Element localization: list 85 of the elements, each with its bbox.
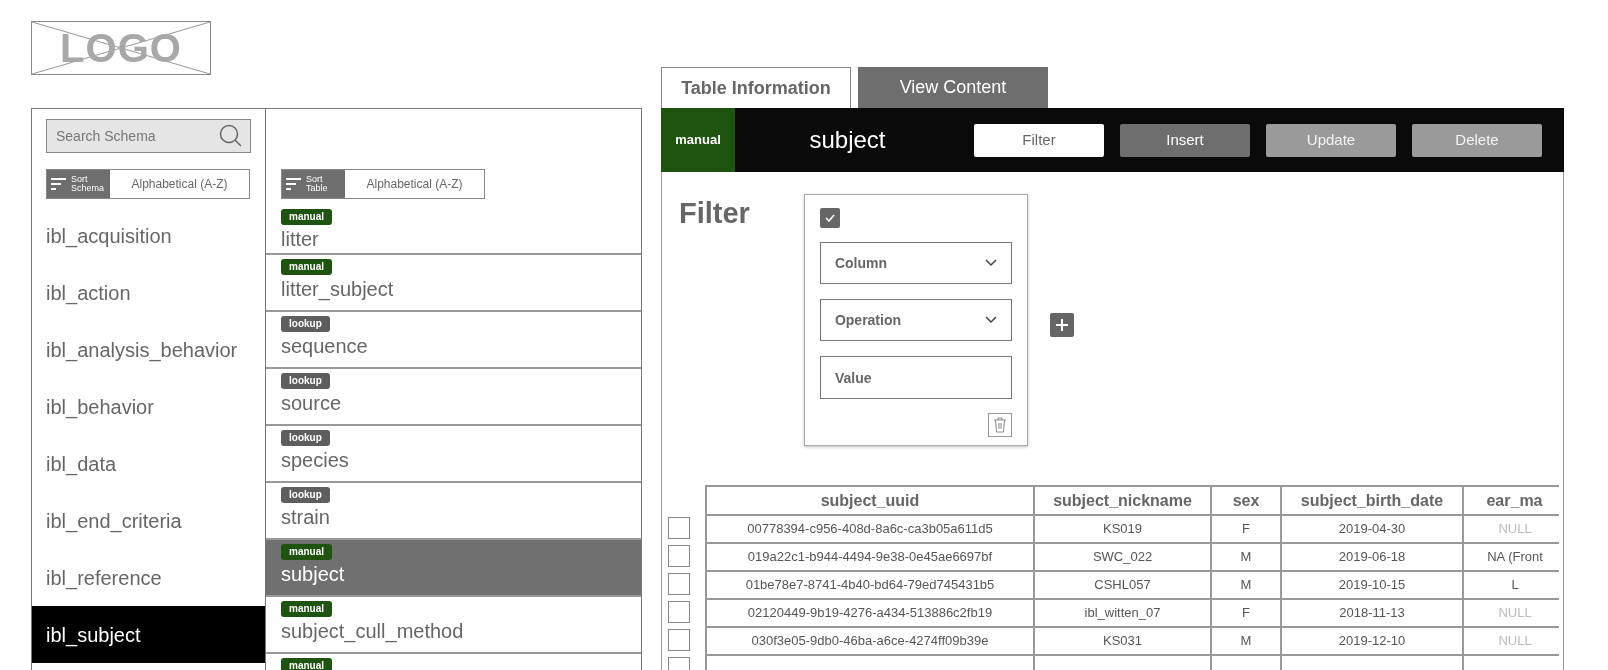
tier-badge: manual [281, 658, 332, 670]
table-name: species [281, 448, 350, 473]
tier-badge: manual [661, 108, 735, 172]
chevron-down-icon [984, 259, 997, 267]
row-checkbox[interactable] [668, 601, 690, 623]
table-cell: KS019 [1034, 515, 1211, 543]
table-cell: CSHL057 [1034, 571, 1211, 599]
table-cell: KS031 [1034, 627, 1211, 655]
trash-icon [992, 417, 1007, 433]
table-name: sequence [281, 334, 369, 359]
table-cell: 00778394-c956-408d-8a6c-ca3b05a611d5 [706, 515, 1034, 543]
column-header[interactable]: subject_birth_date [1281, 486, 1463, 515]
table-cell: F [1211, 515, 1281, 543]
table-name: source [281, 391, 343, 416]
table-name: subject [281, 562, 346, 587]
add-filter-button[interactable] [1049, 313, 1074, 337]
tier-badge: lookup [281, 487, 330, 503]
column-header[interactable]: subject_nickname [1034, 486, 1211, 515]
tab[interactable]: View Content [858, 67, 1048, 108]
schema-item[interactable]: ibl_analysis_behavior [32, 321, 265, 378]
row-checkbox[interactable] [668, 573, 690, 595]
table-cell: SWC_022 [1034, 543, 1211, 571]
table-cell: F [1211, 599, 1281, 627]
trash-button[interactable] [987, 413, 1012, 437]
schema-item[interactable]: ibl_behavior [32, 378, 265, 435]
tier-badge: manual [281, 601, 332, 617]
table-cell: 030f3e05-9db0-46ba-a6ce-4274ff09b39e [706, 627, 1034, 655]
schema-item[interactable]: ibl_acquisition [32, 207, 265, 264]
table-title: subject [808, 125, 887, 155]
tier-badge: manual [281, 544, 332, 560]
search-icon [219, 124, 243, 148]
column-header[interactable]: sex [1211, 486, 1281, 515]
tier-badge: manual [281, 259, 332, 275]
sort-control[interactable]: Sort Table Alphabetical (A-Z) [281, 169, 485, 199]
schema-item[interactable]: ibl_subject [32, 606, 265, 663]
sort-icon [286, 178, 302, 190]
table-cell: 01be78e7-8741-4b40-bd64-79ed745431b5 [706, 571, 1034, 599]
operation-dropdown[interactable]: Operation [819, 299, 1012, 341]
column-header[interactable]: subject_uuid [706, 486, 1034, 515]
tab[interactable]: Table Information [661, 67, 851, 108]
table-name: subject_cull_method [281, 619, 465, 645]
tier-badge: manual [281, 209, 332, 225]
sort-label: Sort Schema [71, 175, 105, 193]
filter-heading: Filter [679, 196, 750, 231]
schema-item[interactable]: ibl_end_criteria [32, 492, 265, 549]
sort-value: Alphabetical (A-Z) [130, 176, 229, 193]
table-cell: M [1211, 627, 1281, 655]
sort-label: Sort Table [306, 175, 329, 193]
table-item[interactable]: manual subject [266, 538, 641, 595]
tier-badge: lookup [281, 430, 330, 446]
sort-value: Alphabetical (A-Z) [365, 176, 464, 193]
table-cell: 2019-10-15 [1281, 571, 1463, 599]
sort-control[interactable]: Sort Schema Alphabetical (A-Z) [46, 169, 250, 199]
table-cell: ibl_witten_07 [1034, 599, 1211, 627]
action-button[interactable]: Insert [1120, 123, 1250, 157]
table-cell: M [1211, 543, 1281, 571]
tier-badge: lookup [281, 316, 330, 332]
table-name: litter [281, 227, 320, 252]
search-field[interactable]: Search Schema [46, 119, 251, 153]
table-cell: 2018-11-13 [1281, 599, 1463, 627]
checkbox[interactable] [819, 208, 840, 228]
table-item[interactable]: manual [266, 652, 641, 670]
table-cell: M [1211, 571, 1281, 599]
row-checkbox[interactable] [668, 517, 690, 539]
table-name: litter_subject [281, 277, 395, 303]
column-dropdown[interactable]: Column [819, 242, 1012, 284]
plus-icon [1054, 318, 1069, 332]
schema-item[interactable]: ibl_action [32, 264, 265, 321]
table-name: strain [281, 505, 331, 530]
column-header[interactable]: ear_ma [1463, 486, 1559, 515]
table-cell: 2019-04-30 [1281, 515, 1463, 543]
schema-item[interactable]: ibl_data [32, 435, 265, 492]
value-field[interactable]: Value [819, 356, 1012, 399]
action-button[interactable]: Filter [974, 123, 1104, 157]
row-checkbox[interactable] [668, 545, 690, 567]
tier-badge: lookup [281, 373, 330, 389]
check-icon [824, 214, 835, 222]
table-cell: 019a22c1-b944-4494-9e38-0e45ae6697bf [706, 543, 1034, 571]
schema-item[interactable]: ibl_reference [32, 549, 265, 606]
table-cell: 2019-12-10 [1281, 627, 1463, 655]
table-cell: 2019-06-18 [1281, 543, 1463, 571]
chevron-down-icon [984, 316, 997, 324]
sort-icon [51, 178, 67, 190]
table-cell: 02120449-9b19-4276-a434-513886c2fb19 [706, 599, 1034, 627]
row-checkbox[interactable] [668, 629, 690, 651]
